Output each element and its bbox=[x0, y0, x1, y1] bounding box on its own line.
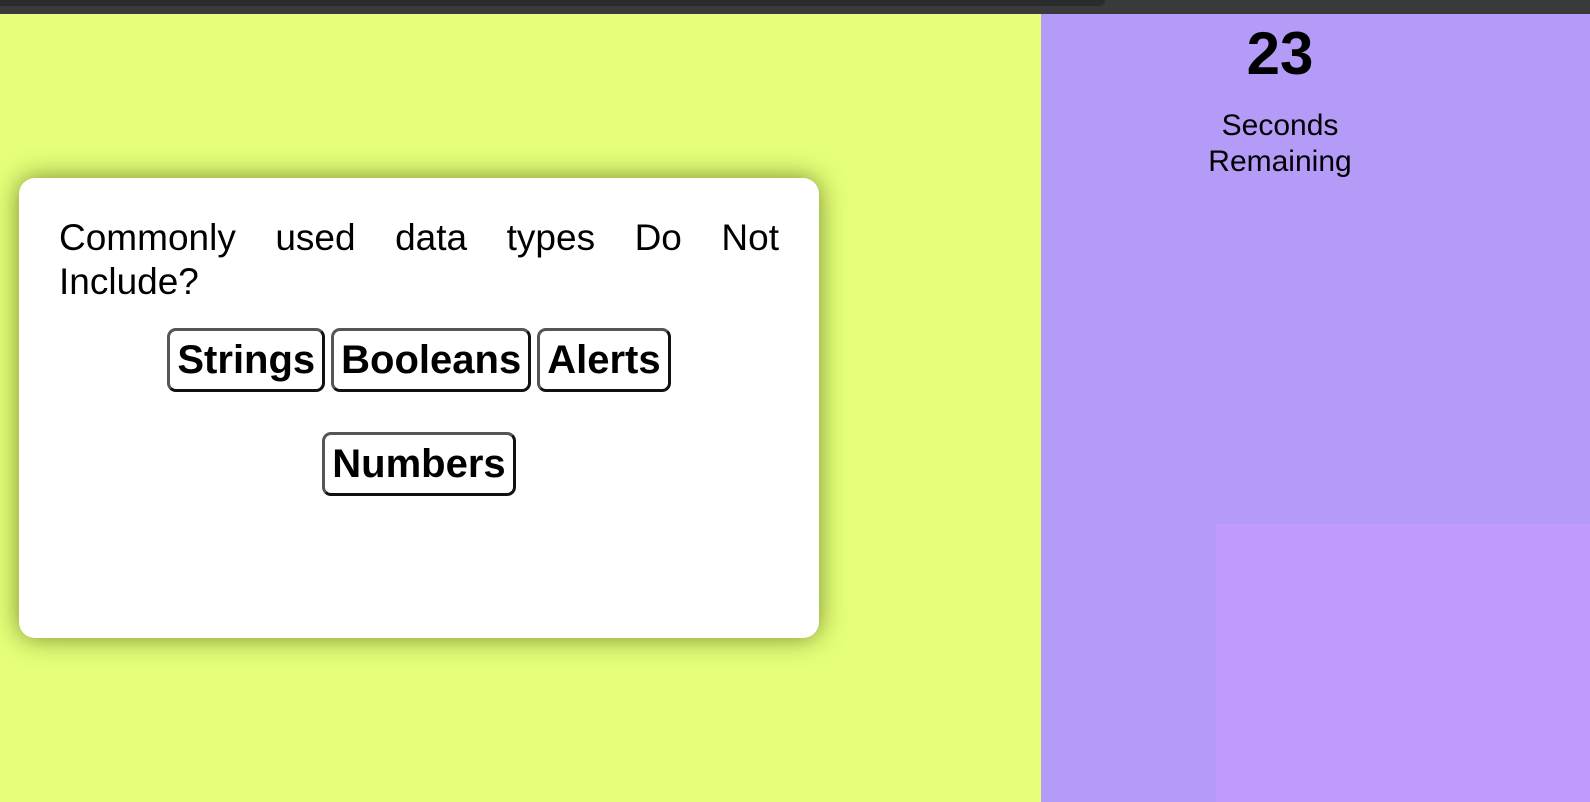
answer-button-alerts[interactable]: Alerts bbox=[537, 328, 671, 392]
quiz-area: Commonly used data types Do Not Include?… bbox=[0, 14, 1041, 802]
browser-top-bar-strip bbox=[0, 0, 1105, 6]
browser-top-bar bbox=[0, 0, 1590, 14]
answer-list: Strings Booleans Alerts Numbers bbox=[19, 328, 819, 536]
answer-button-numbers[interactable]: Numbers bbox=[322, 432, 516, 496]
timer-panel-block bbox=[1216, 524, 1590, 802]
answer-button-booleans[interactable]: Booleans bbox=[331, 328, 532, 392]
timer-count: 23 bbox=[1246, 20, 1314, 87]
question-text: Commonly used data types Do Not Include? bbox=[59, 217, 779, 302]
quiz-card: Commonly used data types Do Not Include?… bbox=[19, 178, 819, 638]
timer-panel: 23 Seconds Remaining bbox=[1041, 14, 1590, 802]
answer-button-strings[interactable]: Strings bbox=[167, 328, 326, 392]
timer-label: Seconds Remaining bbox=[1208, 109, 1352, 178]
